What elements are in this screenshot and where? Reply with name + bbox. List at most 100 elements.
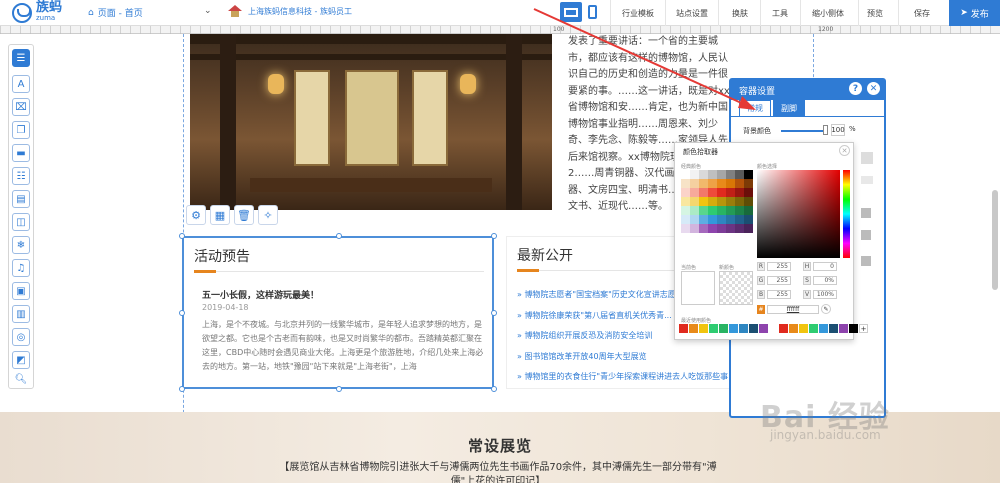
- color-swatch[interactable]: [717, 170, 726, 179]
- h-field[interactable]: H0: [803, 262, 837, 271]
- color-swatch[interactable]: [744, 224, 753, 233]
- color-swatch[interactable]: [681, 188, 690, 197]
- color-swatch[interactable]: [744, 188, 753, 197]
- color-swatch[interactable]: [690, 215, 699, 224]
- publish-button[interactable]: ➤ 发布: [949, 0, 1000, 26]
- image-text-icon[interactable]: ⌧: [12, 98, 30, 116]
- v-field[interactable]: V 100%: [803, 290, 837, 299]
- panel-control[interactable]: [861, 208, 871, 218]
- menu-preview[interactable]: 预览: [867, 8, 883, 19]
- media-icon[interactable]: ◎: [12, 328, 30, 346]
- company-link[interactable]: 上海族蚂信息科技 - 族蚂员工: [228, 5, 352, 17]
- recent-color-swatch[interactable]: [799, 324, 808, 333]
- help-icon[interactable]: ?: [849, 82, 862, 95]
- form-icon[interactable]: ▥: [12, 305, 30, 323]
- menu-shrink-sidebar[interactable]: 缩小侧体: [812, 8, 844, 19]
- resize-handle[interactable]: [491, 310, 497, 316]
- video-icon[interactable]: ▣: [12, 282, 30, 300]
- tab-general[interactable]: 常规: [739, 100, 771, 116]
- color-swatch[interactable]: [699, 188, 708, 197]
- color-swatch[interactable]: [690, 170, 699, 179]
- color-swatch[interactable]: [699, 215, 708, 224]
- page-selector[interactable]: ⌂ 页面 - 首页: [88, 6, 143, 20]
- color-swatch[interactable]: [690, 224, 699, 233]
- color-swatch[interactable]: [726, 206, 735, 215]
- color-swatch[interactable]: [708, 188, 717, 197]
- recent-color-swatch[interactable]: [739, 324, 748, 333]
- recent-color-swatch[interactable]: [769, 324, 778, 333]
- close-icon[interactable]: ✕: [867, 82, 880, 95]
- color-swatch[interactable]: [690, 179, 699, 188]
- color-swatch[interactable]: [744, 215, 753, 224]
- color-swatch[interactable]: [717, 188, 726, 197]
- color-swatch[interactable]: [735, 197, 744, 206]
- color-swatch[interactable]: [735, 206, 744, 215]
- recent-color-swatch[interactable]: [839, 324, 848, 333]
- recent-color-swatch[interactable]: [829, 324, 838, 333]
- saturation-area[interactable]: [757, 170, 840, 258]
- recent-color-swatch[interactable]: [699, 324, 708, 333]
- slideshow-icon[interactable]: ◫: [12, 213, 30, 231]
- color-swatch[interactable]: [699, 206, 708, 215]
- color-swatch[interactable]: [690, 188, 699, 197]
- menu-change-skin[interactable]: 换肤: [732, 8, 748, 19]
- hue-slider[interactable]: [843, 170, 850, 258]
- page-scrollbar[interactable]: [992, 190, 998, 290]
- resize-handle[interactable]: [336, 386, 342, 392]
- color-swatch[interactable]: [699, 179, 708, 188]
- slider-handle[interactable]: [823, 125, 828, 135]
- color-swatch[interactable]: [735, 170, 744, 179]
- menu-site-settings[interactable]: 站点设置: [676, 8, 708, 19]
- color-swatch[interactable]: [699, 224, 708, 233]
- s-field[interactable]: S 0%: [803, 276, 837, 285]
- color-swatch[interactable]: [735, 215, 744, 224]
- color-swatch[interactable]: [726, 215, 735, 224]
- panel-control[interactable]: [861, 176, 873, 184]
- panel-control[interactable]: [861, 152, 873, 164]
- color-swatch[interactable]: [681, 224, 690, 233]
- recent-color-swatch[interactable]: [759, 324, 768, 333]
- color-swatch[interactable]: [708, 179, 717, 188]
- recent-color-swatch[interactable]: [749, 324, 758, 333]
- color-swatch[interactable]: [726, 197, 735, 206]
- desktop-view-button[interactable]: [560, 2, 582, 22]
- magic-wand-icon[interactable]: ✧: [258, 205, 278, 225]
- recent-color-swatch[interactable]: [809, 324, 818, 333]
- color-swatch[interactable]: [717, 206, 726, 215]
- event-box[interactable]: 活动预告 五一小长假，这样游玩最美！ 2019-04-18 上海，是个不夜城。与…: [182, 236, 494, 389]
- color-swatch[interactable]: [699, 197, 708, 206]
- divider-icon[interactable]: ▬: [12, 144, 30, 162]
- recent-color-swatch[interactable]: [779, 324, 788, 333]
- tab-footer[interactable]: 副脚: [773, 100, 805, 116]
- color-swatch[interactable]: [681, 206, 690, 215]
- color-swatch[interactable]: [708, 206, 717, 215]
- opacity-slider[interactable]: [781, 130, 827, 132]
- music-icon[interactable]: ♫: [12, 259, 30, 277]
- resize-handle[interactable]: [336, 233, 342, 239]
- color-swatch[interactable]: [681, 215, 690, 224]
- color-swatch[interactable]: [717, 215, 726, 224]
- color-swatch[interactable]: [735, 188, 744, 197]
- chevron-down-icon[interactable]: ⌄: [204, 6, 212, 16]
- color-swatch[interactable]: [708, 170, 717, 179]
- color-swatch[interactable]: [717, 224, 726, 233]
- resize-handle[interactable]: [179, 386, 185, 392]
- gallery-icon[interactable]: ▤: [12, 190, 30, 208]
- color-swatch[interactable]: [726, 179, 735, 188]
- color-swatch[interactable]: [708, 197, 717, 206]
- menu-industry-template[interactable]: 行业模板: [622, 8, 654, 19]
- color-swatch[interactable]: [726, 224, 735, 233]
- color-swatch[interactable]: [744, 206, 753, 215]
- panel-control[interactable]: [861, 256, 871, 266]
- museum-photo[interactable]: [190, 34, 552, 210]
- color-swatch[interactable]: [735, 224, 744, 233]
- color-swatch[interactable]: [717, 179, 726, 188]
- resize-handle[interactable]: [179, 310, 185, 316]
- recent-color-swatch[interactable]: [679, 324, 688, 333]
- color-swatch[interactable]: [744, 170, 753, 179]
- recent-color-swatch[interactable]: [709, 324, 718, 333]
- picture-icon[interactable]: ◩: [12, 351, 30, 369]
- opacity-input[interactable]: 100: [831, 124, 845, 136]
- recent-color-swatch[interactable]: [789, 324, 798, 333]
- color-swatch[interactable]: [744, 179, 753, 188]
